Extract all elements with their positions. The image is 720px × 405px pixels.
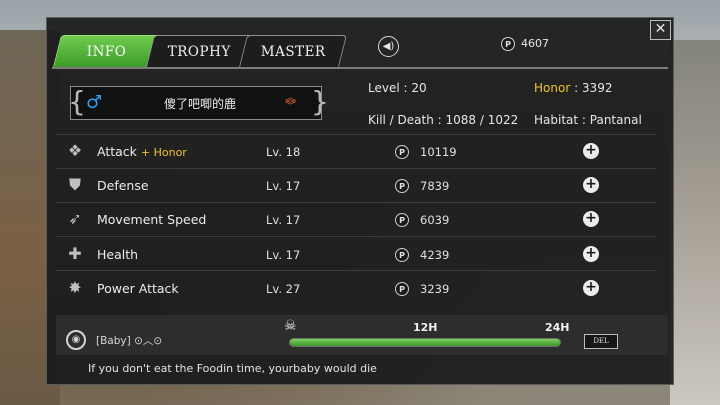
- tab-info[interactable]: INFO: [53, 35, 161, 67]
- skill-name-attack: Attack + Honor: [97, 144, 187, 159]
- baby-label: [Baby]: [96, 335, 131, 347]
- speaker-icon: ◀): [382, 41, 395, 52]
- player-honor: Honor : 3392: [534, 81, 612, 95]
- hint-text: If you don't eat the Foodin time, yourba…: [88, 362, 377, 375]
- wing-icon: ➶: [68, 209, 82, 228]
- skill-name-health: Health: [97, 247, 139, 262]
- sound-toggle-button[interactable]: ◀): [378, 36, 399, 57]
- player-level: Level : 20: [368, 81, 427, 95]
- coin-icon: P: [395, 248, 409, 262]
- skill-name-power-attack: Power Attack: [97, 281, 179, 296]
- skill-label: Attack: [97, 144, 137, 159]
- points-value: 4607: [521, 37, 549, 50]
- tab-trophy[interactable]: TROPHY: [146, 35, 254, 67]
- skill-name-defense: Defense: [97, 178, 149, 193]
- row-divider: [56, 270, 656, 271]
- skill-bonus: + Honor: [140, 146, 187, 159]
- skill-level: Lv. 17: [266, 179, 301, 193]
- upgrade-attack-button[interactable]: +: [583, 143, 599, 159]
- rank-chevron-icon: ︽ ︾: [285, 91, 296, 112]
- kill-death-ratio: Kill / Death : 1088 / 1022: [368, 113, 519, 127]
- delete-baby-button[interactable]: DEL: [584, 334, 618, 349]
- skill-cost: 7839: [420, 179, 450, 193]
- coin-icon: P: [501, 37, 515, 51]
- upgrade-power-attack-button[interactable]: +: [583, 280, 599, 296]
- player-habitat: Habitat : Pantanal: [534, 113, 642, 127]
- upgrade-movement-speed-button[interactable]: +: [583, 211, 599, 227]
- skill-cost: 10119: [420, 145, 457, 159]
- row-divider: [56, 168, 656, 169]
- time-end-label: 24H: [545, 321, 570, 334]
- right-bracket-icon: }: [311, 85, 329, 118]
- background-hill-right: [670, 40, 720, 405]
- baby-status: [Baby] ⊙︿⊙: [96, 333, 162, 348]
- row-divider: [56, 236, 656, 237]
- honor-value: : 3392: [570, 81, 613, 95]
- tab-info-label: INFO: [87, 43, 127, 60]
- cross-icon: ✚: [68, 244, 82, 263]
- food-timer-bar: [289, 338, 561, 347]
- coin-icon: P: [395, 282, 409, 296]
- skill-cost: 6039: [420, 213, 450, 227]
- player-name: 傻了吧唧的鹿: [163, 97, 236, 111]
- upgrade-defense-button[interactable]: +: [583, 177, 599, 193]
- close-button[interactable]: ✕: [650, 20, 671, 40]
- shield-icon: ⛊: [68, 175, 81, 194]
- skill-level: Lv. 18: [266, 145, 301, 159]
- food-timer-fill: [290, 339, 560, 346]
- coin-icon: P: [395, 145, 409, 159]
- tab-trophy-label: TROPHY: [168, 43, 232, 60]
- tab-master[interactable]: MASTER: [239, 35, 347, 67]
- left-bracket-icon: {: [68, 85, 86, 118]
- skill-cost: 4239: [420, 248, 450, 262]
- skill-name-movement-speed: Movement Speed: [97, 212, 207, 227]
- skull-crossbones-icon: ☠: [284, 318, 297, 334]
- coin-icon: P: [395, 179, 409, 193]
- skill-cost: 3239: [420, 282, 450, 296]
- baby-face: ⊙︿⊙: [134, 335, 163, 347]
- upgrade-health-button[interactable]: +: [583, 246, 599, 262]
- claw-icon: ❖: [67, 141, 83, 160]
- honor-label: Honor: [534, 81, 571, 95]
- baby-icon: ◉: [66, 330, 86, 350]
- time-mid-label: 12H: [413, 321, 438, 334]
- skill-level: Lv. 27: [266, 282, 301, 296]
- burst-icon: ✸: [68, 278, 82, 297]
- skill-level: Lv. 17: [266, 248, 301, 262]
- male-icon: ♂: [86, 92, 103, 113]
- skill-level: Lv. 17: [266, 213, 301, 227]
- row-divider: [56, 134, 656, 135]
- tab-divider: [52, 67, 668, 69]
- coin-icon: P: [395, 213, 409, 227]
- row-divider: [56, 202, 656, 203]
- tab-master-label: MASTER: [260, 43, 326, 60]
